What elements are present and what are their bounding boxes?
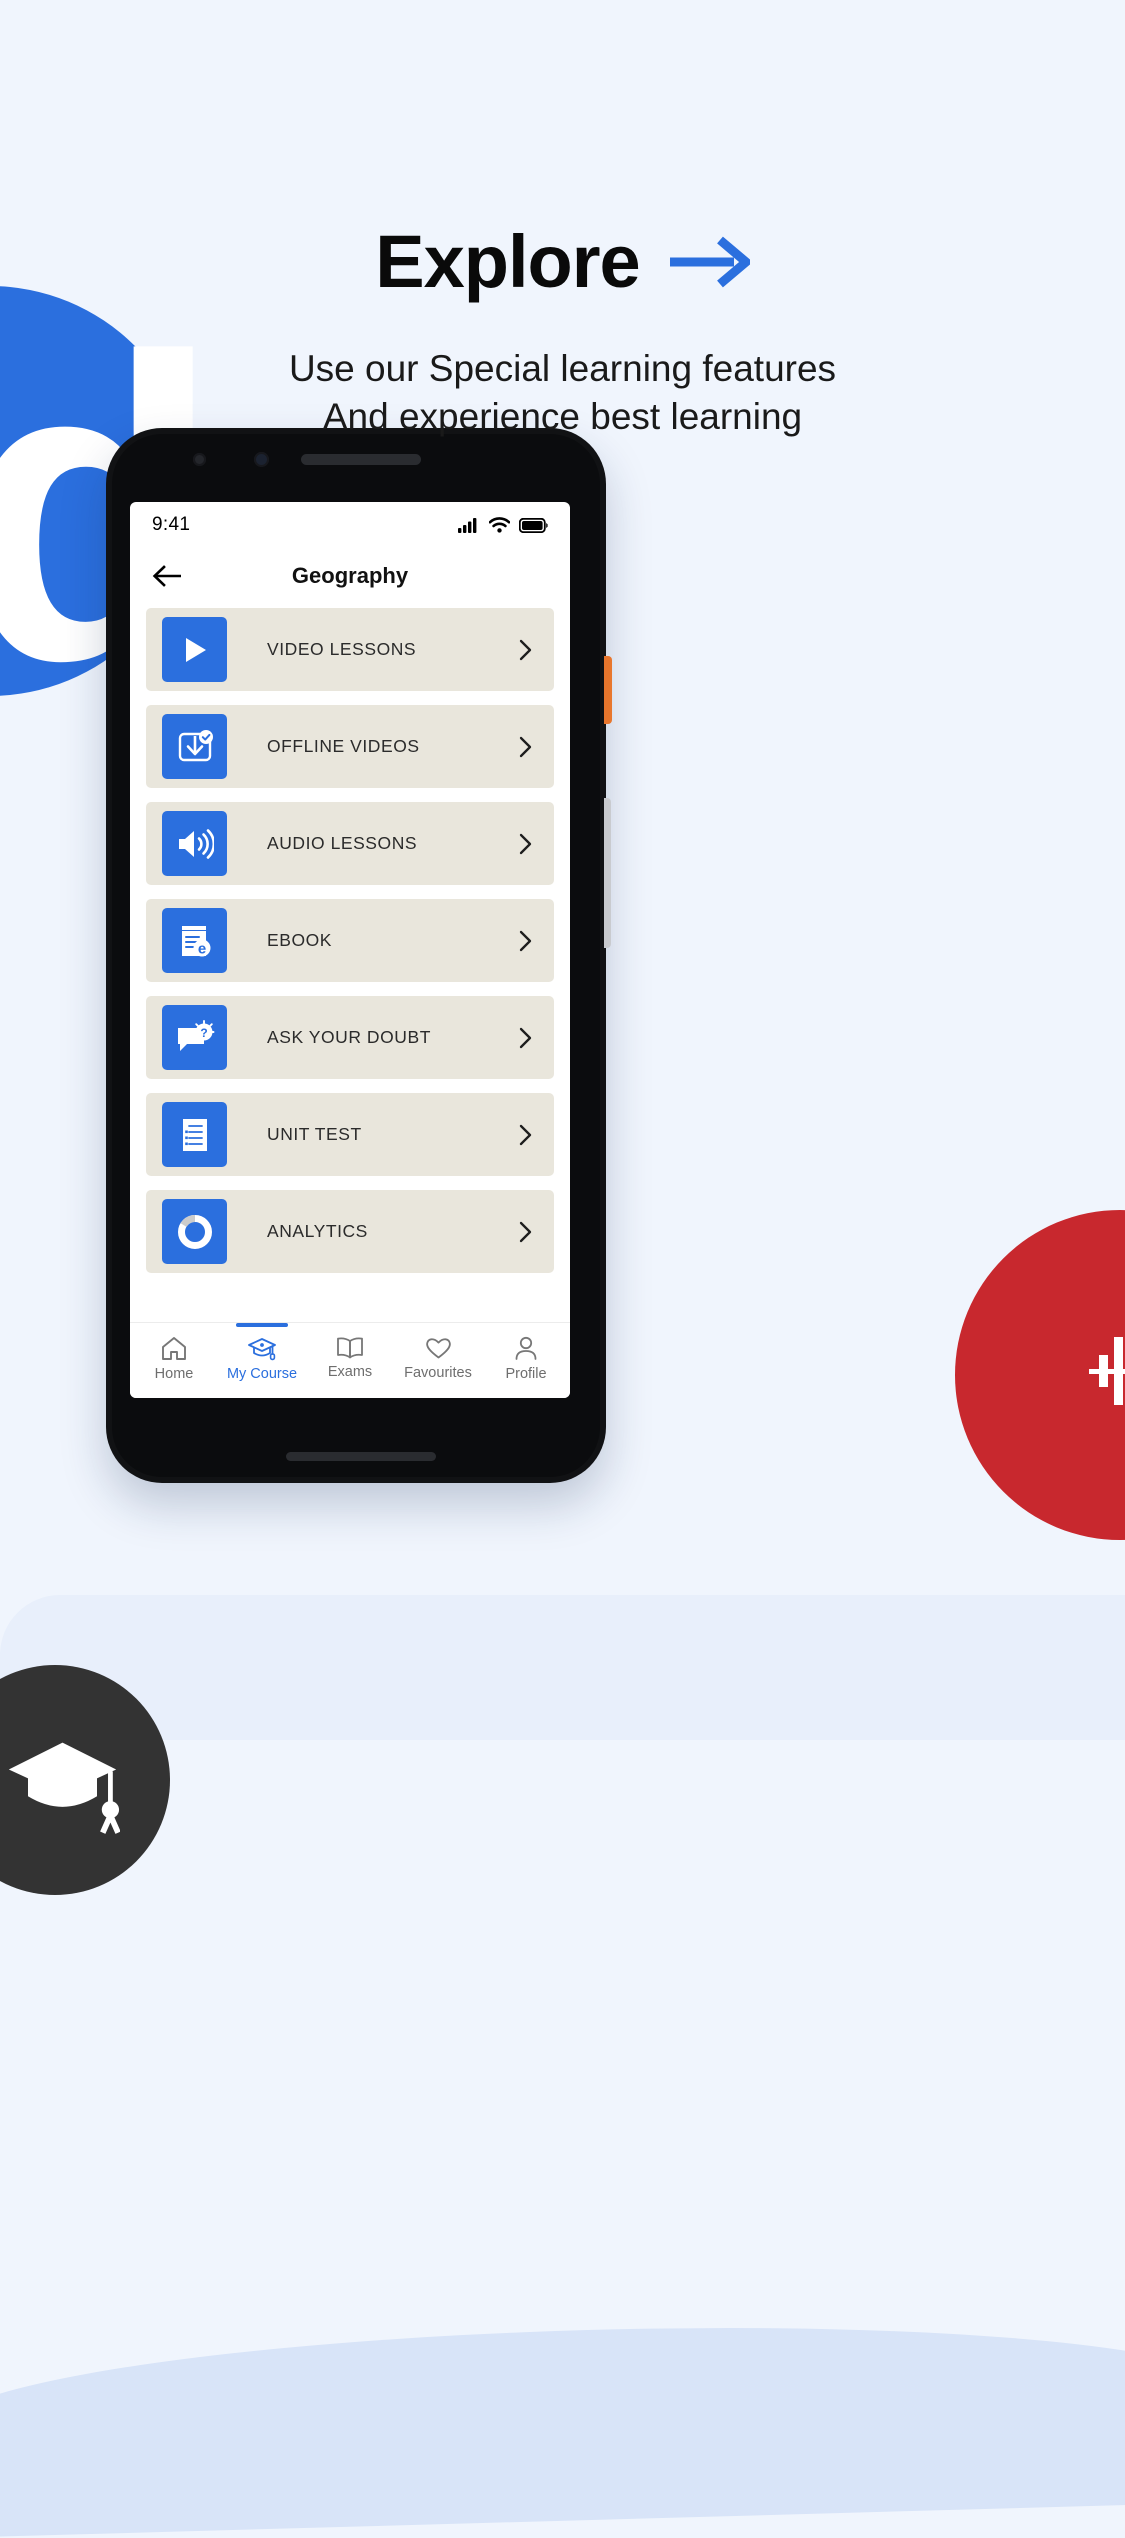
battery-full-icon	[519, 517, 548, 533]
row-icon-tile	[162, 617, 227, 682]
open-book-icon	[337, 1337, 363, 1359]
home-icon	[162, 1337, 186, 1360]
app-header: Geography	[130, 548, 570, 604]
nav-active-indicator	[236, 1323, 288, 1327]
svg-text:?: ?	[200, 1026, 207, 1040]
phone-home-indicator	[286, 1452, 436, 1461]
cellular-signal-icon	[458, 518, 477, 533]
list-item-label: ASK YOUR DOUBT	[267, 1027, 431, 1047]
arrow-left-icon[interactable]	[152, 565, 182, 587]
list-item-label: UNIT TEST	[267, 1124, 362, 1144]
nav-item-my-course[interactable]: My Course	[218, 1323, 306, 1382]
chevron-right-icon	[519, 1221, 532, 1242]
phone-power-button[interactable]	[604, 656, 612, 724]
play-icon	[185, 637, 206, 662]
chevron-right-icon	[519, 930, 532, 951]
list-item-label: OFFLINE VIDEOS	[267, 736, 420, 756]
nav-item-label: Favourites	[404, 1365, 472, 1381]
row-icon-tile	[162, 1102, 227, 1167]
list-item-ebook[interactable]: e EBOOK	[146, 899, 554, 982]
nav-item-profile[interactable]: Profile	[482, 1323, 570, 1382]
page-title: Explore	[375, 220, 640, 303]
feature-list: VIDEO LESSONS OFFLINE VIDEOS AUDIO LESSO…	[130, 604, 570, 1273]
graduation-cap-icon	[248, 1338, 276, 1361]
list-item-video-lessons[interactable]: VIDEO LESSONS	[146, 608, 554, 691]
phone-volume-button[interactable]	[604, 798, 611, 948]
nav-item-exams[interactable]: Exams	[306, 1323, 394, 1380]
nav-item-label: Exams	[327, 1364, 373, 1380]
row-icon-tile	[162, 811, 227, 876]
phone-mockup: 9:41 Geography VIDEO LESSONS OFFLINE VID…	[106, 428, 612, 1483]
row-icon-tile	[162, 1199, 227, 1264]
list-item-offline-videos[interactable]: OFFLINE VIDEOS	[146, 705, 554, 788]
list-item-label: VIDEO LESSONS	[267, 639, 417, 659]
person-icon	[515, 1336, 537, 1360]
chevron-right-icon	[519, 1124, 532, 1145]
list-item-label: EBOOK	[267, 930, 332, 950]
document-list-icon	[182, 1118, 207, 1151]
hero-subtitle: Use our Special learning features And ex…	[0, 345, 1125, 441]
chevron-right-icon	[519, 639, 532, 660]
list-item-analytics[interactable]: ANALYTICS	[146, 1190, 554, 1273]
nav-item-label: Profile	[505, 1366, 547, 1382]
nav-item-home[interactable]: Home	[130, 1323, 218, 1382]
list-item-unit-test[interactable]: UNIT TEST	[146, 1093, 554, 1176]
chevron-right-icon	[519, 833, 532, 854]
row-icon-tile: e	[162, 908, 227, 973]
phone-speaker	[301, 454, 421, 465]
phone-camera-secondary-icon	[254, 452, 269, 467]
phone-screen: 9:41 Geography VIDEO LESSONS OFFLINE VID…	[130, 502, 570, 1398]
status-bar: 9:41	[130, 502, 570, 548]
download-check-icon	[178, 729, 213, 761]
chat-question-icon: ?	[177, 1019, 214, 1051]
row-icon-tile: ?	[162, 1005, 227, 1070]
hero-subtitle-line1: Use our Special learning features	[288, 348, 837, 389]
bottom-navigation: Home My Course Exams Favourites Profile	[130, 1322, 570, 1398]
speaker-volume-icon	[178, 828, 214, 859]
chevron-right-icon	[519, 736, 532, 757]
list-item-ask-your-doubt[interactable]: ? ASK YOUR DOUBT	[146, 996, 554, 1079]
list-item-audio-lessons[interactable]: AUDIO LESSONS	[146, 802, 554, 885]
hero-heading: Explore	[0, 225, 1125, 299]
donut-chart-icon	[177, 1214, 212, 1249]
nav-item-favourites[interactable]: Favourites	[394, 1323, 482, 1381]
arrow-right-icon	[669, 236, 750, 288]
screen-title: Geography	[291, 563, 409, 588]
chevron-right-icon	[519, 1027, 532, 1048]
status-time: 9:41	[152, 514, 191, 535]
equalizer-icon	[1089, 1337, 1125, 1405]
graduation-cap-icon	[8, 1742, 120, 1834]
row-icon-tile	[162, 714, 227, 779]
background-band-bottom	[0, 2311, 1125, 2538]
nav-item-label: My Course	[226, 1366, 298, 1382]
ebook-icon: e	[181, 925, 210, 957]
phone-camera-icon	[193, 453, 206, 466]
svg-text:e: e	[197, 940, 205, 957]
hero-subtitle-line2: And experience best learning	[322, 396, 803, 438]
list-item-label: AUDIO LESSONS	[267, 833, 418, 853]
wifi-icon	[489, 517, 510, 533]
list-item-label: ANALYTICS	[267, 1221, 368, 1241]
background-band-top	[0, 1595, 1125, 1740]
heart-icon	[425, 1338, 451, 1359]
nav-item-label: Home	[154, 1366, 194, 1382]
